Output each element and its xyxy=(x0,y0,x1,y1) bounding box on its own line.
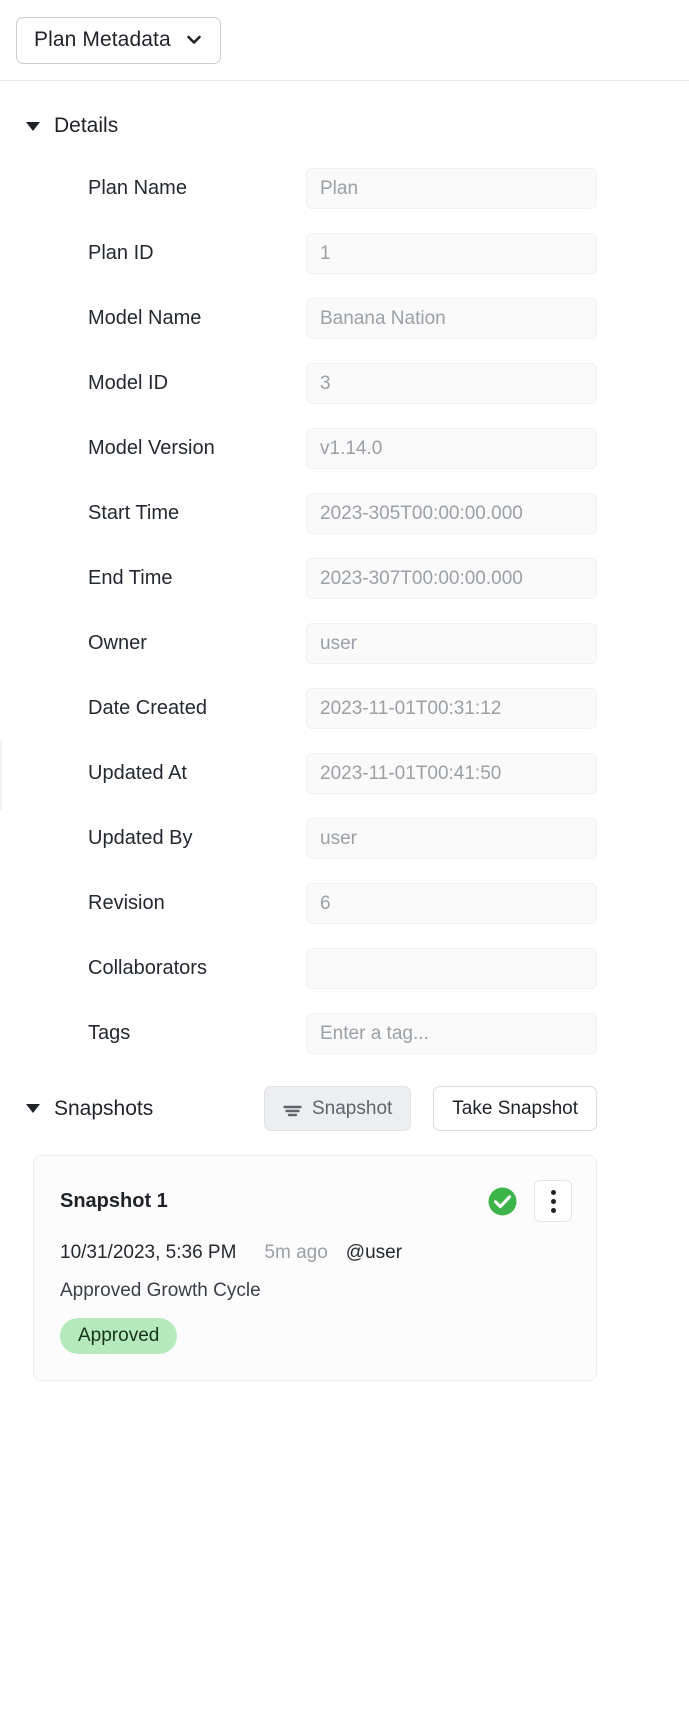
kebab-dot xyxy=(550,1198,556,1204)
details-section-title: Details xyxy=(54,114,119,137)
kebab-menu-icon[interactable] xyxy=(534,1180,572,1222)
field-row-start-time: Start Time 2023-305T00:00:00.000 xyxy=(0,481,689,546)
field-row-collaborators: Collaborators xyxy=(0,936,689,1001)
field-label: End Time xyxy=(88,567,173,589)
updated-by-input[interactable]: user xyxy=(306,818,597,859)
snapshots-section-header: Snapshots Snapshot Take Snapshot xyxy=(0,1086,689,1131)
field-label: Tags xyxy=(88,1022,131,1044)
caret-down-icon xyxy=(26,121,40,131)
model-name-input[interactable]: Banana Nation xyxy=(306,298,597,339)
field-label: Model Version xyxy=(88,437,215,459)
field-label: Revision xyxy=(88,892,165,914)
model-version-input[interactable]: v1.14.0 xyxy=(306,428,597,469)
field-row-updated-at: Updated At 2023-11-01T00:41:50 xyxy=(0,741,689,806)
chevron-down-icon xyxy=(185,31,203,49)
field-label: Date Created xyxy=(88,697,207,719)
field-row-plan-id: Plan ID 1 xyxy=(0,221,689,286)
snapshot-timestamp: 10/31/2023, 5:36 PM xyxy=(60,1242,237,1263)
collaborators-input[interactable] xyxy=(306,948,597,989)
tags-input[interactable]: Enter a tag... xyxy=(306,1013,597,1054)
field-label: Start Time xyxy=(88,502,180,524)
panel-edge-artifact xyxy=(0,740,2,810)
snapshot-author: @user xyxy=(345,1242,403,1263)
field-row-model-version: Model Version v1.14.0 xyxy=(0,416,689,481)
field-label: Model ID xyxy=(88,372,169,394)
owner-input[interactable]: user xyxy=(306,623,597,664)
field-label: Owner xyxy=(88,632,147,654)
filter-icon xyxy=(283,1102,302,1116)
details-form: Plan Name Plan Plan ID 1 Model Name Bana… xyxy=(0,156,689,1066)
field-row-model-name: Model Name Banana Nation xyxy=(0,286,689,351)
plan-metadata-panel: Plan Metadata Details Plan Name Plan Pla… xyxy=(0,0,689,1731)
caret-down-icon[interactable] xyxy=(26,1104,40,1113)
plan-id-input[interactable]: 1 xyxy=(306,233,597,274)
snapshot-relative-time: 5m ago xyxy=(264,1242,328,1263)
plan-metadata-selector[interactable]: Plan Metadata xyxy=(16,16,221,64)
kebab-dot xyxy=(550,1207,556,1213)
snapshot-card[interactable]: Snapshot 1 10/31/2023, 5:36 PM 5m ago @u… xyxy=(33,1155,597,1381)
kebab-dot xyxy=(550,1189,556,1195)
field-label: Model Name xyxy=(88,307,202,329)
field-label: Plan Name xyxy=(88,177,187,199)
field-label: Collaborators xyxy=(88,957,207,979)
status-badge: Approved xyxy=(60,1318,178,1354)
field-label: Plan ID xyxy=(88,242,154,264)
snapshot-filter-label: Snapshot xyxy=(312,1097,393,1119)
field-row-end-time: End Time 2023-307T00:00:00.000 xyxy=(0,546,689,611)
field-row-model-id: Model ID 3 xyxy=(0,351,689,416)
snapshot-description: Approved Growth Cycle xyxy=(60,1280,261,1301)
check-circle-icon xyxy=(487,1186,518,1217)
field-row-updated-by: Updated By user xyxy=(0,806,689,871)
take-snapshot-button[interactable]: Take Snapshot xyxy=(433,1086,597,1131)
field-row-tags: Tags Enter a tag... xyxy=(0,1001,689,1066)
date-created-input[interactable]: 2023-11-01T00:31:12 xyxy=(306,688,597,729)
take-snapshot-label: Take Snapshot xyxy=(452,1097,578,1119)
snapshot-meta: 10/31/2023, 5:36 PM 5m ago @user xyxy=(60,1242,572,1264)
snapshot-title: Snapshot 1 xyxy=(60,1189,168,1212)
field-label: Updated At xyxy=(88,762,187,784)
start-time-input[interactable]: 2023-305T00:00:00.000 xyxy=(306,493,597,534)
field-row-revision: Revision 6 xyxy=(0,871,689,936)
field-label: Updated By xyxy=(88,827,193,849)
snapshot-list: Snapshot 1 10/31/2023, 5:36 PM 5m ago @u… xyxy=(0,1155,689,1381)
details-section-header[interactable]: Details xyxy=(0,114,689,138)
snapshot-filter-button[interactable]: Snapshot xyxy=(264,1086,412,1131)
updated-at-input[interactable]: 2023-11-01T00:41:50 xyxy=(306,753,597,794)
model-id-input[interactable]: 3 xyxy=(306,363,597,404)
revision-input[interactable]: 6 xyxy=(306,883,597,924)
field-row-owner: Owner user xyxy=(0,611,689,676)
field-row-plan-name: Plan Name Plan xyxy=(0,156,689,221)
plan-name-input[interactable]: Plan xyxy=(306,168,597,209)
snapshots-section-title: Snapshots xyxy=(54,1096,154,1120)
snapshot-card-header: Snapshot 1 xyxy=(60,1180,572,1222)
plan-metadata-selector-label: Plan Metadata xyxy=(34,28,171,51)
end-time-input[interactable]: 2023-307T00:00:00.000 xyxy=(306,558,597,599)
panel-toolbar: Plan Metadata xyxy=(0,0,689,81)
field-row-date-created: Date Created 2023-11-01T00:31:12 xyxy=(0,676,689,741)
